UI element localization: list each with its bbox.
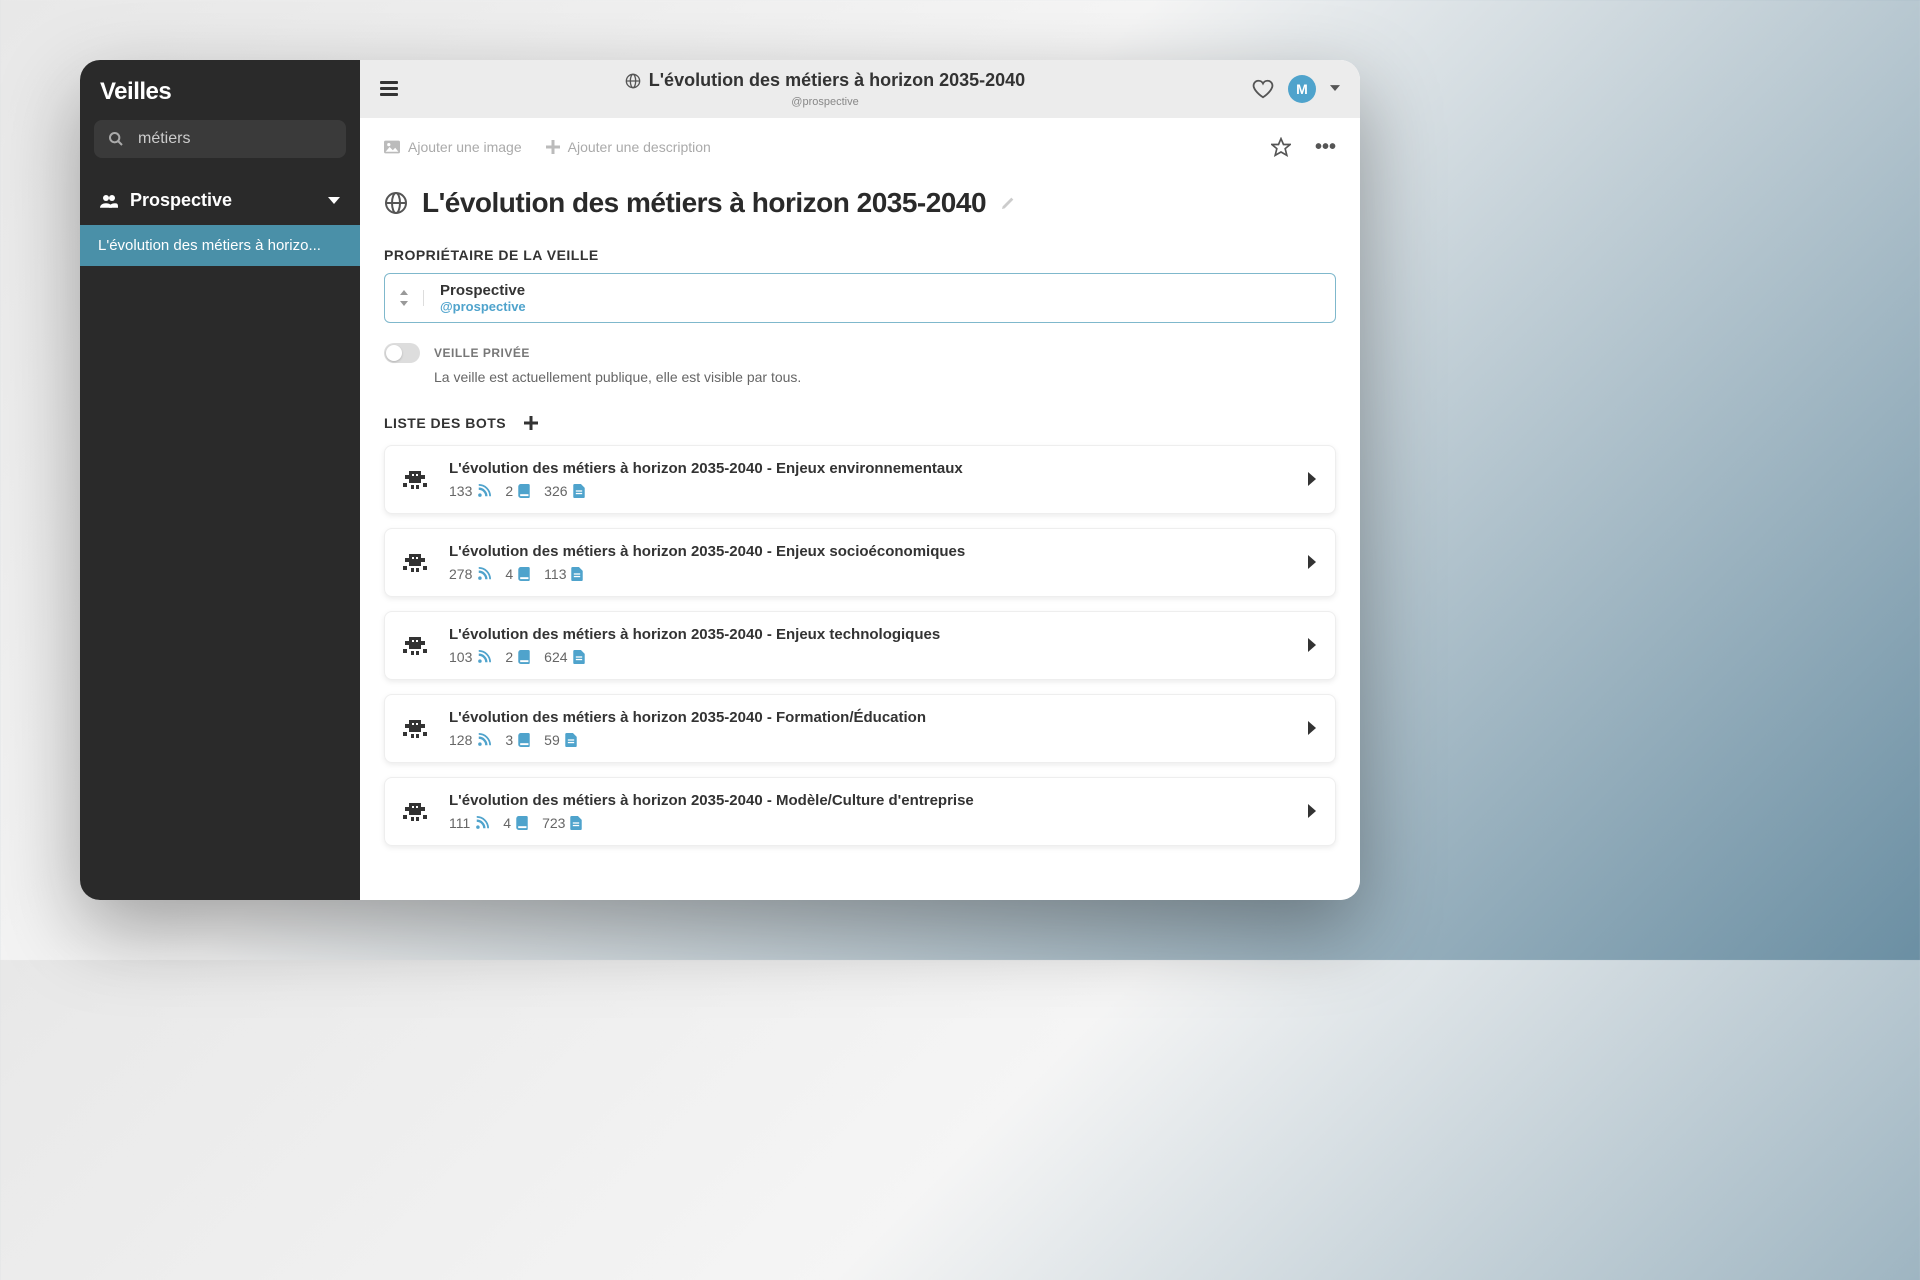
doc-icon — [573, 484, 585, 498]
rss-icon — [477, 484, 491, 498]
globe-icon — [625, 73, 641, 89]
bot-icon — [403, 635, 431, 655]
add-image-button[interactable]: Ajouter une image — [384, 139, 522, 155]
stat-docs-count: 113 — [544, 566, 566, 582]
chevron-right-icon — [1308, 804, 1317, 818]
add-description-button[interactable]: Ajouter une description — [546, 139, 711, 155]
bot-card[interactable]: L'évolution des métiers à horizon 2035-2… — [384, 777, 1336, 846]
owner-selector[interactable]: Prospective @prospective — [384, 273, 1336, 323]
doc-icon — [570, 816, 582, 830]
book-icon — [518, 650, 530, 664]
stat-rss-count: 278 — [449, 566, 472, 582]
bot-stats: 128 3 59 — [449, 732, 1290, 748]
search-icon — [108, 131, 124, 147]
stat-docs-count: 624 — [544, 649, 567, 665]
search-input[interactable] — [138, 130, 345, 148]
book-icon — [518, 484, 530, 498]
doc-icon — [573, 650, 585, 664]
bot-stats: 133 2 326 — [449, 483, 1290, 499]
stat-docs-count: 326 — [544, 483, 567, 499]
rss-icon — [477, 650, 491, 664]
stat-books-count: 2 — [505, 649, 513, 665]
content: Ajouter une image Ajouter une descriptio… — [360, 118, 1360, 901]
stat-books-count: 2 — [505, 483, 513, 499]
bot-title: L'évolution des métiers à horizon 2035-2… — [449, 460, 1290, 477]
book-icon — [518, 567, 530, 581]
privacy-label: VEILLE PRIVÉE — [434, 346, 530, 360]
book-icon — [516, 816, 528, 830]
topbar-handle: @prospective — [414, 96, 1236, 108]
privacy-toggle[interactable] — [384, 343, 420, 363]
stat-books-count: 4 — [503, 815, 511, 831]
chevron-right-icon — [1308, 555, 1317, 569]
sort-icon[interactable] — [399, 290, 424, 306]
book-icon — [518, 733, 530, 747]
topbar: L'évolution des métiers à horizon 2035-2… — [360, 60, 1360, 118]
search-box[interactable] — [94, 120, 346, 158]
rss-icon — [475, 816, 489, 830]
bot-icon — [403, 469, 431, 489]
privacy-description: La veille est actuellement publique, ell… — [434, 369, 1336, 385]
app-window: Veilles Prospective L'évolution des méti… — [80, 60, 1360, 900]
owner-section-label: PROPRIÉTAIRE DE LA VEILLE — [384, 247, 1336, 263]
stat-rss-count: 111 — [449, 815, 470, 831]
bots-section-label: LISTE DES BOTS — [384, 415, 506, 431]
bot-title: L'évolution des métiers à horizon 2035-2… — [449, 709, 1290, 726]
more-icon[interactable]: ••• — [1315, 136, 1336, 159]
main-panel: L'évolution des métiers à horizon 2035-2… — [360, 60, 1360, 900]
bot-card[interactable]: L'évolution des métiers à horizon 2035-2… — [384, 694, 1336, 763]
bot-stats: 111 4 723 — [449, 815, 1290, 831]
bot-title: L'évolution des métiers à horizon 2035-2… — [449, 626, 1290, 643]
bot-stats: 278 4 113 — [449, 566, 1290, 582]
sidebar-item-veille[interactable]: L'évolution des métiers à horizo... — [80, 225, 360, 266]
star-icon[interactable] — [1271, 137, 1291, 157]
menu-button[interactable] — [380, 81, 398, 96]
globe-icon — [384, 191, 408, 215]
doc-icon — [571, 567, 583, 581]
stat-books-count: 4 — [505, 566, 513, 582]
bot-stats: 103 2 624 — [449, 649, 1290, 665]
stat-docs-count: 59 — [544, 732, 560, 748]
bot-icon — [403, 718, 431, 738]
sidebar-group-label: Prospective — [130, 190, 232, 211]
chevron-right-icon — [1308, 638, 1317, 652]
sidebar-title: Veilles — [80, 60, 360, 120]
page-title: L'évolution des métiers à horizon 2035-2… — [422, 187, 986, 219]
rss-icon — [477, 733, 491, 747]
stat-books-count: 3 — [505, 732, 513, 748]
chevron-right-icon — [1308, 721, 1317, 735]
doc-icon — [565, 733, 577, 747]
bots-list: L'évolution des métiers à horizon 2035-2… — [384, 445, 1336, 846]
bot-icon — [403, 552, 431, 572]
bot-icon — [403, 801, 431, 821]
users-icon — [100, 194, 118, 208]
heart-icon[interactable] — [1252, 78, 1274, 100]
chevron-right-icon — [1308, 472, 1317, 486]
topbar-title-wrap: L'évolution des métiers à horizon 2035-2… — [414, 70, 1236, 108]
bot-card[interactable]: L'évolution des métiers à horizon 2035-2… — [384, 528, 1336, 597]
stat-rss-count: 103 — [449, 649, 472, 665]
bot-title: L'évolution des métiers à horizon 2035-2… — [449, 543, 1290, 560]
sidebar: Veilles Prospective L'évolution des méti… — [80, 60, 360, 900]
owner-handle: @prospective — [440, 299, 526, 314]
add-bot-button[interactable] — [524, 416, 538, 430]
bot-title: L'évolution des métiers à horizon 2035-2… — [449, 792, 1290, 809]
chevron-down-icon — [328, 197, 340, 205]
bot-card[interactable]: L'évolution des métiers à horizon 2035-2… — [384, 445, 1336, 514]
edit-icon[interactable] — [1000, 195, 1016, 211]
image-icon — [384, 140, 400, 154]
rss-icon — [477, 567, 491, 581]
owner-name: Prospective — [440, 282, 526, 299]
bot-card[interactable]: L'évolution des métiers à horizon 2035-2… — [384, 611, 1336, 680]
stat-rss-count: 133 — [449, 483, 472, 499]
avatar[interactable]: M — [1288, 75, 1316, 103]
stat-rss-count: 128 — [449, 732, 472, 748]
sidebar-group-prospective[interactable]: Prospective — [80, 176, 360, 225]
plus-icon — [546, 140, 560, 154]
stat-docs-count: 723 — [542, 815, 565, 831]
topbar-title: L'évolution des métiers à horizon 2035-2… — [649, 70, 1025, 91]
chevron-down-icon[interactable] — [1330, 85, 1340, 92]
